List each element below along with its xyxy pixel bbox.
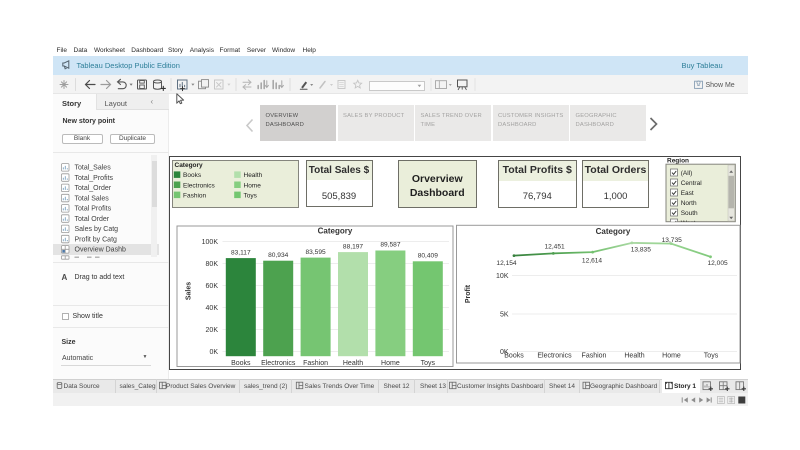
svg-text:13,735: 13,735: [662, 237, 683, 244]
svg-text:Total Sales: Total Sales: [75, 196, 110, 203]
svg-text:Toys: Toys: [704, 353, 719, 360]
svg-text:12,451: 12,451: [545, 244, 566, 251]
svg-text:Category: Category: [318, 227, 353, 236]
svg-text:Fashion: Fashion: [582, 353, 607, 360]
svg-text:13,835: 13,835: [631, 247, 652, 254]
svg-text:Toys: Toys: [421, 360, 436, 367]
svg-text:Electronics: Electronics: [261, 360, 296, 367]
svg-text:Category: Category: [596, 227, 631, 236]
svg-text:Sales by Catg: Sales by Catg: [75, 226, 119, 233]
svg-text:10K: 10K: [496, 273, 509, 280]
svg-text:Electronics: Electronics: [183, 182, 216, 189]
svg-text:Health: Health: [343, 360, 363, 367]
svg-text:East: East: [681, 190, 694, 197]
svg-text:12,614: 12,614: [582, 257, 603, 264]
svg-text:Category: Category: [175, 162, 204, 169]
svg-text:Overview Dashb: Overview Dashb: [75, 247, 126, 254]
svg-text:Home: Home: [244, 182, 262, 189]
svg-text:80,409: 80,409: [418, 253, 439, 260]
svg-text:Total Profits: Total Profits: [75, 206, 112, 213]
svg-text:Total_Sales: Total_Sales: [75, 165, 112, 172]
svg-text:Books: Books: [504, 353, 524, 360]
svg-text:North: North: [681, 200, 697, 207]
svg-text:Total Order: Total Order: [75, 216, 110, 223]
svg-text:Central: Central: [681, 180, 703, 187]
svg-text:12,154: 12,154: [496, 260, 517, 267]
svg-text:80,934: 80,934: [268, 252, 289, 259]
svg-text:0K: 0K: [209, 349, 218, 356]
svg-text:20K: 20K: [206, 327, 219, 334]
svg-text:Sales: Sales: [186, 282, 193, 300]
svg-text:5K: 5K: [500, 311, 509, 318]
svg-text:Books: Books: [183, 172, 202, 179]
svg-text:Toys: Toys: [244, 192, 258, 199]
svg-text:Profit: Profit: [465, 284, 472, 303]
svg-text:88,197: 88,197: [343, 243, 364, 250]
svg-text:Health: Health: [624, 353, 644, 360]
svg-text:Electronics: Electronics: [537, 353, 572, 360]
svg-text:Fashion: Fashion: [183, 192, 207, 199]
svg-text:Books: Books: [231, 360, 251, 367]
svg-text:40K: 40K: [206, 305, 219, 312]
svg-text:Profit by Catg: Profit by Catg: [75, 237, 118, 244]
svg-text:83,117: 83,117: [231, 249, 251, 256]
svg-text:Region: Region: [667, 158, 689, 165]
svg-text:80K: 80K: [206, 261, 219, 268]
svg-text:Health: Health: [244, 172, 263, 179]
svg-text:60K: 60K: [206, 283, 219, 290]
svg-text:(All): (All): [681, 170, 693, 177]
svg-text:12,005: 12,005: [708, 260, 729, 267]
svg-text:Total_Order: Total_Order: [75, 185, 112, 192]
svg-text:Total_Profits: Total_Profits: [75, 175, 114, 182]
svg-text:Home: Home: [662, 353, 681, 360]
svg-text:Home: Home: [381, 360, 400, 367]
svg-text:89,587: 89,587: [380, 242, 401, 249]
svg-text:100K: 100K: [202, 239, 219, 246]
svg-text:Fashion: Fashion: [303, 360, 328, 367]
svg-text:83,595: 83,595: [306, 249, 327, 256]
svg-text:South: South: [681, 210, 698, 217]
